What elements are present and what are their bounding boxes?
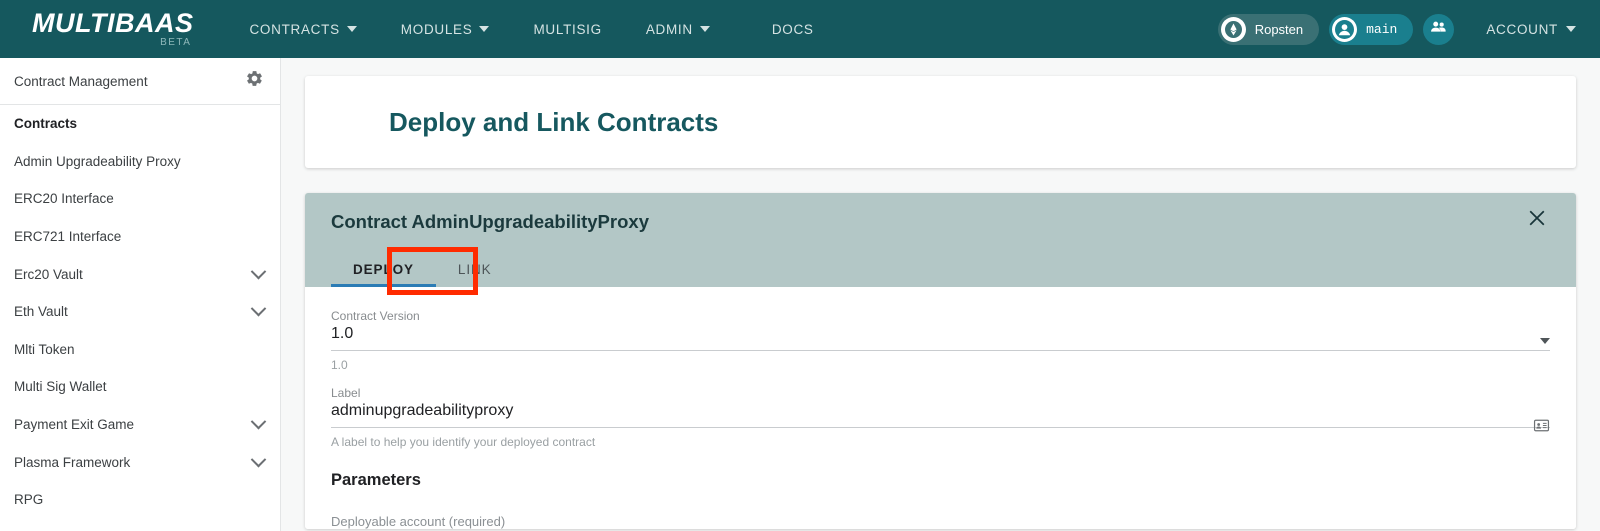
nav-links: CONTRACTS MODULES MULTISIG ADMIN DOCS: [227, 22, 835, 37]
brand-name: MULTIBAAS: [32, 8, 194, 38]
page-title-card: Deploy and Link Contracts: [305, 76, 1576, 168]
contract-panel-header: Contract AdminUpgradeabilityProxy DEPLOY…: [305, 193, 1576, 287]
person-icon: [1332, 16, 1358, 42]
sidebar-items: Contracts Admin Upgradeability Proxy ERC…: [0, 105, 280, 519]
tab-deploy[interactable]: DEPLOY: [331, 253, 436, 287]
people-group-icon: [1429, 17, 1448, 41]
nav-item-contracts-label: CONTRACTS: [249, 21, 340, 37]
contact-card-icon: [1533, 419, 1550, 438]
chevron-down-icon: [1540, 338, 1550, 361]
sidebar-item-erc20-interface[interactable]: ERC20 Interface: [0, 180, 280, 218]
chevron-down-icon: [250, 413, 267, 430]
sidebar-item-erc721-interface[interactable]: ERC721 Interface: [0, 218, 280, 256]
gear-icon[interactable]: [245, 69, 264, 93]
sidebar-item-label: Admin Upgradeability Proxy: [14, 153, 181, 169]
tab-link-label: LINK: [457, 262, 492, 277]
chevron-down-icon: [346, 26, 357, 32]
sidebar-item-plasma-framework[interactable]: Plasma Framework: [0, 443, 280, 481]
nav-item-admin-label: ADMIN: [645, 21, 693, 37]
chevron-down-icon: [250, 301, 267, 317]
sidebar-item-multi-sig-wallet[interactable]: Multi Sig Wallet: [0, 368, 280, 406]
nav-item-docs-label: DOCS: [771, 21, 814, 37]
chevron-down-icon: [1566, 26, 1576, 32]
sidebar-item-label: ERC20 Interface: [14, 191, 114, 207]
contract-tabs: DEPLOY LINK: [331, 253, 1550, 287]
tab-deploy-label: DEPLOY: [353, 262, 414, 277]
brand-logo[interactable]: MULTIBAAS BETA: [32, 10, 193, 48]
close-icon: [1526, 207, 1548, 234]
parameter-first-label: Deployable account (required): [331, 514, 506, 529]
ethereum-icon: [1220, 16, 1246, 42]
account-menu[interactable]: ACCOUNT: [1486, 22, 1576, 37]
contract-version-field[interactable]: Contract Version 1.0 1.0: [331, 309, 1550, 372]
sidebar-item-label: Multi Sig Wallet: [14, 379, 107, 395]
account-menu-label: ACCOUNT: [1486, 21, 1558, 37]
sidebar-item-label: ERC721 Interface: [14, 229, 122, 245]
tab-link[interactable]: LINK: [436, 253, 514, 287]
chevron-down-icon: [479, 26, 490, 32]
nav-item-admin[interactable]: ADMIN: [624, 22, 732, 37]
parameters-heading: Parameters: [331, 471, 421, 489]
sidebar-item-admin-upgradeability-proxy[interactable]: Admin Upgradeability Proxy: [0, 143, 280, 181]
sidebar-item-label: Erc20 Vault: [14, 266, 83, 282]
sidebar-item-label: RPG: [14, 492, 44, 508]
network-chip-label: Ropsten: [1254, 21, 1304, 37]
sidebar-item-erc20-vault[interactable]: Erc20 Vault: [0, 255, 280, 293]
sidebar-item-label: Eth Vault: [14, 304, 68, 320]
sidebar-item-payment-exit-game[interactable]: Payment Exit Game: [0, 406, 280, 444]
sidebar-item-label: Contracts: [14, 116, 78, 132]
sidebar-item-mlti-token[interactable]: Mlti Token: [0, 331, 280, 369]
user-chip[interactable]: main: [1329, 13, 1414, 45]
nav-right-group: Ropsten main ACCOUNT: [1217, 13, 1576, 45]
label-field[interactable]: Label adminupgradeabilityproxy A label t…: [331, 386, 1550, 449]
contract-version-dropdown-button[interactable]: [1540, 338, 1550, 362]
sidebar-header-title: Contract Management: [14, 73, 148, 89]
contract-version-label: Contract Version: [331, 309, 420, 323]
sidebar-item-label: Payment Exit Game: [14, 417, 135, 433]
label-field-suggest-button[interactable]: [1533, 417, 1550, 439]
sidebar: Contract Management Contracts Admin Upgr…: [0, 58, 281, 531]
chevron-down-icon: [699, 26, 710, 32]
nav-item-contracts[interactable]: CONTRACTS: [227, 22, 378, 37]
main-content: Deploy and Link Contracts Contract Admin…: [281, 58, 1600, 531]
user-chip-label: main: [1366, 21, 1398, 37]
contract-panel: Contract AdminUpgradeabilityProxy DEPLOY…: [305, 193, 1576, 529]
sidebar-item-label: Mlti Token: [14, 341, 75, 357]
nav-item-multisig-label: MULTISIG: [533, 21, 602, 37]
page-title: Deploy and Link Contracts: [389, 106, 719, 137]
close-button[interactable]: [1524, 207, 1550, 233]
sidebar-header: Contract Management: [0, 58, 280, 105]
sidebar-item-rpg[interactable]: RPG: [0, 481, 280, 519]
nav-item-modules-label: MODULES: [400, 21, 473, 37]
sidebar-item-label: Plasma Framework: [14, 454, 131, 470]
contract-panel-body: Contract Version 1.0 1.0 Label adminupgr…: [305, 287, 1576, 529]
nav-item-docs[interactable]: DOCS: [732, 22, 836, 37]
brand-beta-tag: BETA: [160, 37, 192, 48]
people-group-button[interactable]: [1423, 13, 1455, 45]
contract-version-value: 1.0: [331, 325, 1550, 351]
page-body: Contract Management Contracts Admin Upgr…: [0, 58, 1600, 531]
top-navigation-bar: MULTIBAAS BETA CONTRACTS MODULES MULTISI…: [0, 0, 1600, 58]
label-field-value: adminupgradeabilityproxy: [331, 402, 1550, 428]
network-chip[interactable]: Ropsten: [1217, 13, 1320, 45]
chevron-down-icon: [250, 263, 267, 280]
sidebar-item-contracts[interactable]: Contracts: [0, 105, 280, 143]
label-field-hint: A label to help you identify your deploy…: [331, 435, 596, 449]
chevron-down-icon: [250, 451, 267, 468]
label-field-label: Label: [331, 386, 361, 400]
contract-version-hint: 1.0: [331, 358, 348, 372]
sidebar-item-eth-vault[interactable]: Eth Vault: [0, 293, 280, 331]
nav-item-multisig[interactable]: MULTISIG: [511, 22, 623, 37]
contract-panel-title: Contract AdminUpgradeabilityProxy: [331, 211, 649, 232]
nav-item-modules[interactable]: MODULES: [379, 22, 512, 37]
